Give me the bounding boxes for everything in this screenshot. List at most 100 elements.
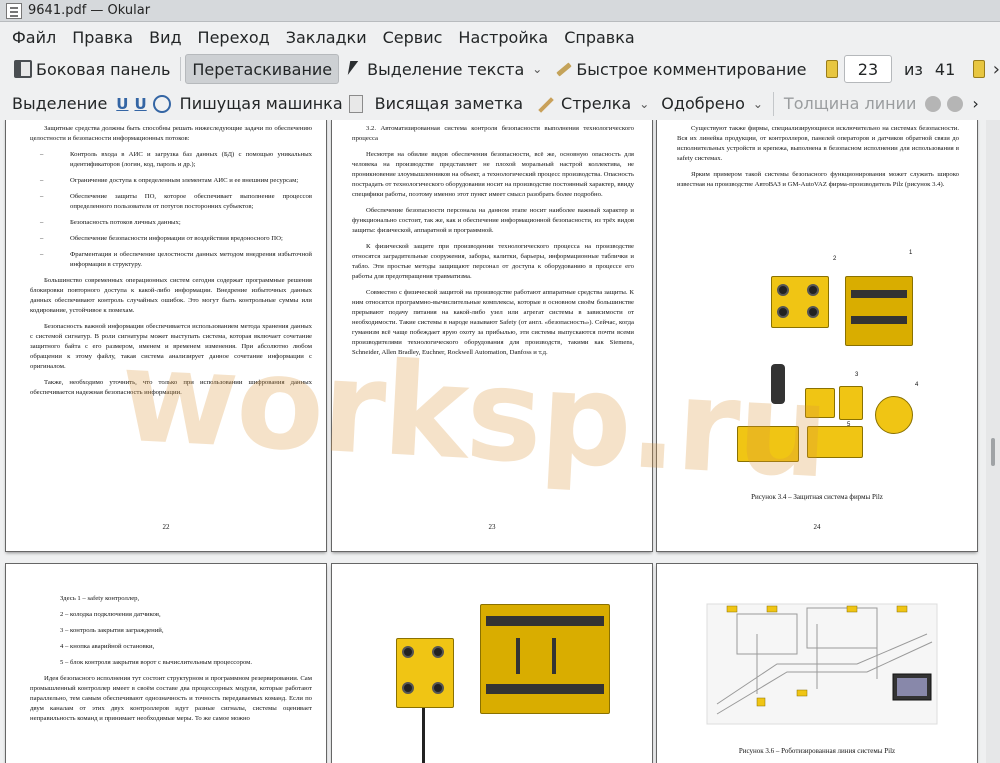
- quick-comment-label: Быстрое комментирование: [576, 59, 807, 79]
- robotic-line-figure: [706, 603, 938, 725]
- chevron-down-icon[interactable]: ⌄: [753, 97, 763, 111]
- paragraph: К физической защите при производении тех…: [352, 243, 634, 280]
- vertical-scrollbar[interactable]: [986, 120, 1000, 763]
- pilz-system-figure: 1 2 3 4 5: [727, 246, 947, 471]
- page-26: [332, 564, 652, 763]
- selection-button[interactable]: Выделение: [8, 89, 113, 119]
- legend-line: 2 – колодка подключения датчиков,: [60, 611, 161, 618]
- sidebar-icon: [14, 60, 32, 78]
- gate-control-unit: [737, 426, 799, 462]
- selection-label: Выделение: [12, 94, 108, 113]
- socket-icon: [432, 646, 444, 658]
- emergency-button-base: [771, 364, 785, 404]
- page-text: Защитные средства должны быть способны р…: [30, 124, 312, 404]
- figure-caption: Рисунок 3.4 – Защитная система фирмы Pil…: [751, 493, 883, 501]
- arrow-label: Стрелка: [561, 94, 632, 113]
- approved-stamp-button[interactable]: Одобрено ⌄: [655, 89, 769, 119]
- page-25: Здесь 1 – safety контроллер, 2 – колодка…: [6, 564, 326, 763]
- socket-icon: [432, 682, 444, 694]
- sticky-note-label: Висящая заметка: [374, 94, 524, 113]
- paragraph: Идея безопасного исполнения тут состоит …: [30, 675, 312, 722]
- typewriter-button[interactable]: Пишущая машинка: [174, 89, 349, 119]
- list-item: Фрагментация и обеспечение целостности д…: [30, 250, 312, 270]
- menu-settings[interactable]: Настройка: [450, 28, 556, 47]
- window-title: 9641.pdf — Okular: [28, 3, 151, 18]
- opacity-icon[interactable]: [947, 95, 964, 112]
- main-toolbar: Боковая панель Перетаскивание Выделение …: [0, 52, 1000, 86]
- terminal-strip: [851, 316, 907, 324]
- scrollbar-thumb[interactable]: [991, 438, 995, 466]
- menu-file[interactable]: Файл: [4, 28, 64, 47]
- menu-view[interactable]: Вид: [141, 28, 189, 47]
- page-22: Защитные средства должны быть способны р…: [6, 120, 326, 551]
- squiggly-underline-icon[interactable]: U: [134, 95, 146, 113]
- callout-label: 3: [855, 372, 859, 378]
- menubar: Файл Правка Вид Переход Закладки Сервис …: [0, 22, 1000, 52]
- document-icon: [6, 2, 22, 19]
- arrow-pen-icon[interactable]: [537, 95, 555, 113]
- text-select-button[interactable]: Выделение текста ⌄: [339, 54, 548, 84]
- list-item: Обеспечение защиты ПО, которое обеспечив…: [30, 192, 312, 212]
- quick-comment-button[interactable]: Быстрое комментирование: [548, 54, 812, 84]
- menu-help[interactable]: Справка: [556, 28, 643, 47]
- page-27: Рисунок 3.6 – Роботизированная линия сис…: [657, 564, 977, 763]
- figure-caption: Рисунок 3.6 – Роботизированная линия сис…: [738, 747, 896, 755]
- document-view[interactable]: Защитные средства должны быть способны р…: [0, 120, 1000, 763]
- module-divider: [516, 638, 520, 674]
- page-24: Существуют также фирмы, специализирующие…: [657, 120, 977, 551]
- paragraph: Несмотря на обилие видов обеспечения без…: [352, 151, 634, 198]
- note-icon[interactable]: [348, 94, 363, 113]
- approved-label: Одобрено: [661, 94, 745, 113]
- page-of-label: из: [903, 59, 923, 79]
- typewriter-label: Пишущая машинка: [179, 94, 343, 113]
- chevron-right-icon[interactable]: ›: [993, 59, 1000, 80]
- title-bar: 9641.pdf — Okular: [0, 0, 1000, 22]
- menu-bookmarks[interactable]: Закладки: [278, 28, 375, 47]
- annotation-toolbar: Выделение U U Пишущая машинка Висящая за…: [0, 87, 1000, 120]
- paragraph: Существуют также фирмы, специализирующие…: [677, 125, 959, 162]
- sticky-note-button[interactable]: Висящая заметка: [375, 89, 529, 119]
- safety-controller: [845, 276, 913, 346]
- legend-line: Здесь 1 – safety контроллер,: [60, 595, 140, 602]
- text-select-label: Выделение текста: [367, 59, 525, 79]
- color-icon[interactable]: [925, 95, 942, 112]
- page-text: Существуют также фирмы, специализирующие…: [677, 124, 959, 196]
- chevron-right-icon[interactable]: ›: [972, 94, 978, 113]
- pilz-devices-figure: [376, 592, 616, 763]
- menu-edit[interactable]: Правка: [64, 28, 141, 47]
- terminal-strip: [486, 616, 604, 626]
- list-item: Безопасность потоков личных данных;: [30, 218, 312, 228]
- terminal-strip: [851, 290, 907, 298]
- callout-label: 2: [833, 256, 837, 262]
- sidebar-button[interactable]: Боковая панель: [8, 54, 176, 84]
- underline-icon[interactable]: U: [116, 95, 128, 113]
- legend-line: 3 – контроль закрытия заграждений,: [60, 627, 164, 634]
- line-width-button[interactable]: Толщина линии: [778, 89, 923, 119]
- arrow-button[interactable]: Стрелка ⌄: [561, 89, 655, 119]
- next-page-icon[interactable]: [973, 60, 985, 78]
- paragraph: Также, необходимо уточнить, что только п…: [30, 379, 312, 396]
- paragraph: Обеспечение безопасности персонала на да…: [352, 207, 634, 234]
- page-total: 41: [934, 59, 956, 79]
- list-item: Ограничение доступа к определенным элеме…: [30, 176, 312, 186]
- menu-tools[interactable]: Сервис: [375, 28, 451, 47]
- chevron-down-icon[interactable]: ⌄: [532, 62, 542, 76]
- menu-go[interactable]: Переход: [190, 28, 278, 47]
- paragraph: Совместно с физической защитой на произв…: [352, 289, 634, 356]
- previous-page-icon[interactable]: [826, 60, 838, 78]
- page-number: 22: [162, 523, 170, 531]
- socket-icon: [777, 306, 789, 318]
- module-divider: [552, 638, 556, 674]
- chevron-down-icon[interactable]: ⌄: [639, 97, 649, 111]
- browse-mode-button[interactable]: Перетаскивание: [185, 54, 340, 84]
- page-23: 3.2. Автоматизированная система контроля…: [332, 120, 652, 551]
- callout-label: 4: [915, 382, 919, 388]
- page-number-input[interactable]: [843, 55, 892, 83]
- callout-label: 1: [909, 250, 913, 256]
- page-text: 3.2. Автоматизированная система контроля…: [352, 124, 634, 364]
- terminal-strip: [486, 684, 604, 694]
- stamp-icon[interactable]: [152, 94, 171, 113]
- cable: [422, 708, 425, 763]
- sidebar-label: Боковая панель: [36, 59, 171, 79]
- section-heading: 3.2. Автоматизированная система контроля…: [352, 125, 634, 142]
